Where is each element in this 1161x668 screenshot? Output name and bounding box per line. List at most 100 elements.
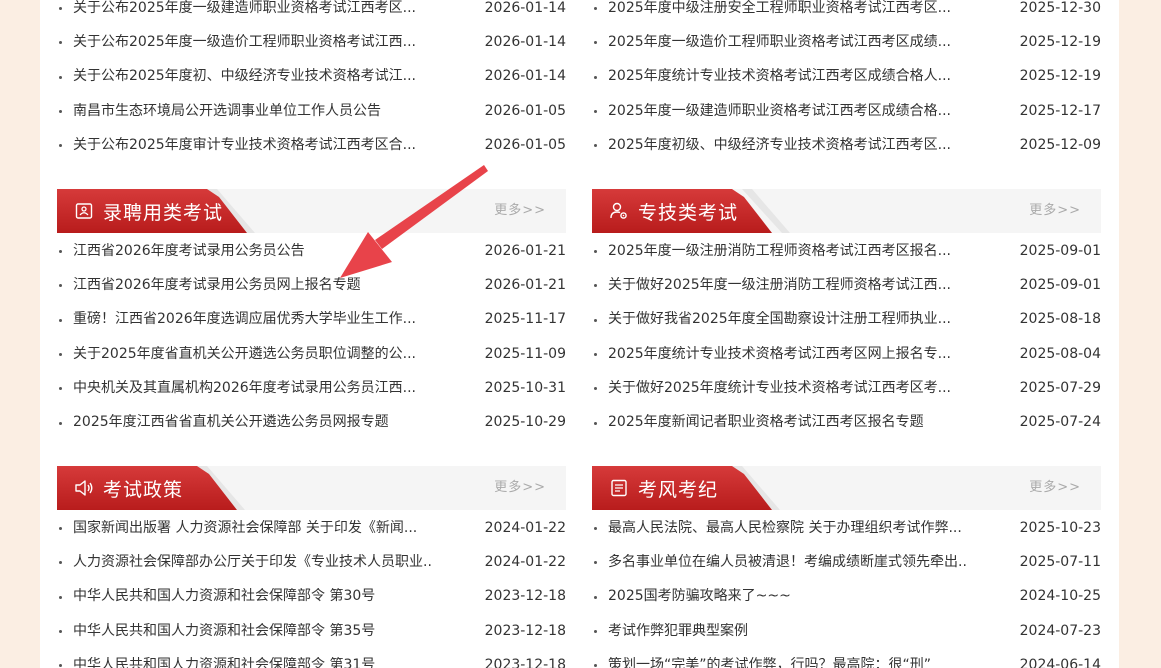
list-item[interactable]: 2025年度一级造价工程师职业资格考试江西考区成绩... 2025-12-19 xyxy=(592,25,1101,59)
list-item[interactable]: 2025年度一级注册消防工程师资格考试江西考区报名... 2025-09-01 xyxy=(592,234,1101,268)
bullet-icon xyxy=(594,664,597,668)
news-title-link[interactable]: 2025年度统计专业技术资格考试江西考区网上报名专... xyxy=(608,346,968,363)
news-title-link[interactable]: 多名事业单位在编人员被清退！考编成绩断崖式领先牵出... xyxy=(608,554,968,571)
news-title-link[interactable]: 考试作弊犯罪典型案例 xyxy=(608,623,968,640)
news-title-link[interactable]: 人力资源社会保障部办公厅关于印发《专业技术人员职业... xyxy=(73,554,433,571)
section-header: 专技类考试 更多>> xyxy=(592,189,1101,233)
section-tab[interactable]: 专技类考试 xyxy=(592,189,772,233)
list-item[interactable]: 南昌市生态环境局公开选调事业单位工作人员公告 2026-01-05 xyxy=(57,94,566,128)
news-date: 2026-01-14 xyxy=(484,33,566,50)
policy-section: 考试政策 更多>> 国家新闻出版署 人力资源社会保障部 关于印发《新闻... 20… xyxy=(57,466,566,668)
news-date: 2026-01-21 xyxy=(484,242,566,259)
professional-section: 专技类考试 更多>> 2025年度一级注册消防工程师资格考试江西考区报名... 2… xyxy=(592,189,1101,440)
news-date: 2025-09-01 xyxy=(1019,276,1101,293)
list-item[interactable]: 考试作弊犯罪典型案例 2024-07-23 xyxy=(592,614,1101,648)
bullet-icon xyxy=(594,41,597,45)
news-date: 2026-01-05 xyxy=(484,102,566,119)
news-title-link[interactable]: 中华人民共和国人力资源和社会保障部令 第35号 xyxy=(73,623,433,640)
news-list: 江西省2026年度考试录用公务员公告 2026-01-21 江西省2026年度考试录… xyxy=(57,234,566,440)
news-title-link[interactable]: 2025年度中级注册安全工程师职业资格考试江西考区... xyxy=(608,0,968,17)
list-item[interactable]: 关于做好2025年度一级注册消防工程师资格考试江西... 2025-09-01 xyxy=(592,268,1101,302)
news-title-link[interactable]: 2025国考防骗攻略来了~~~ xyxy=(608,588,968,605)
news-title-link[interactable]: 最高人民法院、最高人民检察院 关于办理组织考试作弊... xyxy=(608,520,968,537)
list-item[interactable]: 人力资源社会保障部办公厅关于印发《专业技术人员职业... 2024-01-22 xyxy=(57,545,566,579)
news-title-link[interactable]: 江西省2026年度考试录用公务员公告 xyxy=(73,243,433,260)
list-item[interactable]: 2025年度中级注册安全工程师职业资格考试江西考区... 2025-12-30 xyxy=(592,0,1101,25)
news-title-link[interactable]: 中央机关及其直属机构2026年度考试录用公务员江西... xyxy=(73,380,433,397)
list-item[interactable]: 关于公布2025年度初、中级经济专业技术资格考试江... 2026-01-14 xyxy=(57,60,566,94)
news-date: 2025-10-23 xyxy=(1019,519,1101,536)
user-gear-icon xyxy=(608,200,630,222)
list-item[interactable]: 2025国考防骗攻略来了~~~ 2024-10-25 xyxy=(592,580,1101,614)
list-item[interactable]: 中华人民共和国人力资源和社会保障部令 第30号 2023-12-18 xyxy=(57,580,566,614)
list-item[interactable]: 中华人民共和国人力资源和社会保障部令 第31号 2023-12-18 xyxy=(57,648,566,668)
list-item[interactable]: 最高人民法院、最高人民检察院 关于办理组织考试作弊... 2025-10-23 xyxy=(592,511,1101,545)
list-item[interactable]: 2025年度初级、中级经济专业技术资格考试江西考区... 2025-12-09 xyxy=(592,128,1101,162)
list-item[interactable]: 2025年度江西省省直机关公开遴选公务员网报专题 2025-10-29 xyxy=(57,405,566,439)
news-date: 2025-12-09 xyxy=(1019,136,1101,153)
news-title-link[interactable]: 2025年度初级、中级经济专业技术资格考试江西考区... xyxy=(608,137,968,154)
list-item[interactable]: 江西省2026年度考试录用公务员公告 2026-01-21 xyxy=(57,234,566,268)
bullet-icon xyxy=(59,7,62,11)
news-date: 2024-10-25 xyxy=(1019,588,1101,605)
news-title-link[interactable]: 2025年度一级建造师职业资格考试江西考区成绩合格... xyxy=(608,103,968,120)
section-header: 考风考纪 更多>> xyxy=(592,466,1101,510)
news-title-link[interactable]: 国家新闻出版署 人力资源社会保障部 关于印发《新闻... xyxy=(73,520,433,537)
bullet-icon xyxy=(594,7,597,11)
news-title-link[interactable]: 关于公布2025年度一级造价工程师职业资格考试江西... xyxy=(73,34,433,51)
list-item[interactable]: 关于公布2025年度一级造价工程师职业资格考试江西... 2026-01-14 xyxy=(57,25,566,59)
list-item[interactable]: 国家新闻出版署 人力资源社会保障部 关于印发《新闻... 2024-01-22 xyxy=(57,511,566,545)
more-link[interactable]: 更多>> xyxy=(494,189,546,233)
list-item[interactable]: 重磅！江西省2026年度选调应届优秀大学毕业生工作... 2025-11-17 xyxy=(57,303,566,337)
bullet-icon xyxy=(594,421,597,425)
news-title-link[interactable]: 关于做好2025年度一级注册消防工程师资格考试江西... xyxy=(608,277,968,294)
list-item[interactable]: 2025年度统计专业技术资格考试江西考区网上报名专... 2025-08-04 xyxy=(592,337,1101,371)
news-title-link[interactable]: 2025年度统计专业技术资格考试江西考区成绩合格人... xyxy=(608,68,968,85)
list-item[interactable]: 2025年度一级建造师职业资格考试江西考区成绩合格... 2025-12-17 xyxy=(592,94,1101,128)
news-title-link[interactable]: 2025年度一级注册消防工程师资格考试江西考区报名... xyxy=(608,243,968,260)
news-title-link[interactable]: 关于做好2025年度统计专业技术资格考试江西考区考... xyxy=(608,380,968,397)
more-link[interactable]: 更多>> xyxy=(1029,189,1081,233)
list-item[interactable]: 中华人民共和国人力资源和社会保障部令 第35号 2023-12-18 xyxy=(57,614,566,648)
news-title-link[interactable]: 2025年度新闻记者职业资格考试江西考区报名专题 xyxy=(608,414,968,431)
news-title-link[interactable]: 关于公布2025年度初、中级经济专业技术资格考试江... xyxy=(73,68,433,85)
list-item[interactable]: 2025年度统计专业技术资格考试江西考区成绩合格人... 2025-12-19 xyxy=(592,60,1101,94)
more-link[interactable]: 更多>> xyxy=(1029,466,1081,510)
bullet-icon xyxy=(594,250,597,254)
section-header: 录聘用类考试 更多>> xyxy=(57,189,566,233)
news-title-link[interactable]: 江西省2026年度考试录用公务员网上报名专题 xyxy=(73,277,433,294)
news-date: 2024-01-22 xyxy=(484,519,566,536)
top-left-news-column: 关于公布2025年度一级建造师职业资格考试江西考区... 2026-01-14 关于… xyxy=(57,0,566,162)
list-item[interactable]: 关于公布2025年度审计专业技术资格考试江西考区合... 2026-01-05 xyxy=(57,128,566,162)
bullet-icon xyxy=(594,527,597,531)
bullet-icon xyxy=(59,318,62,322)
news-title-link[interactable]: 2025年度江西省省直机关公开遴选公务员网报专题 xyxy=(73,414,433,431)
news-date: 2023-12-18 xyxy=(484,622,566,639)
list-item[interactable]: 2025年度新闻记者职业资格考试江西考区报名专题 2025-07-24 xyxy=(592,405,1101,439)
news-date: 2026-01-14 xyxy=(484,0,566,16)
news-title-link[interactable]: 中华人民共和国人力资源和社会保障部令 第30号 xyxy=(73,588,433,605)
news-date: 2025-09-01 xyxy=(1019,242,1101,259)
news-title-link[interactable]: 策划一场“完美”的考试作弊，行吗？最高院：很“刑” xyxy=(608,657,968,668)
news-title-link[interactable]: 南昌市生态环境局公开选调事业单位工作人员公告 xyxy=(73,103,433,120)
list-item[interactable]: 关于做好2025年度统计专业技术资格考试江西考区考... 2025-07-29 xyxy=(592,371,1101,405)
news-title-link[interactable]: 重磅！江西省2026年度选调应届优秀大学毕业生工作... xyxy=(73,311,433,328)
news-title-link[interactable]: 中华人民共和国人力资源和社会保障部令 第31号 xyxy=(73,657,433,668)
list-item[interactable]: 关于2025年度省直机关公开遴选公务员职位调整的公... 2025-11-09 xyxy=(57,337,566,371)
news-title-link[interactable]: 关于做好我省2025年度全国勘察设计注册工程师执业... xyxy=(608,311,968,328)
news-date: 2025-12-19 xyxy=(1019,68,1101,85)
bullet-icon xyxy=(59,630,62,634)
news-title-link[interactable]: 2025年度一级造价工程师职业资格考试江西考区成绩... xyxy=(608,34,968,51)
list-item[interactable]: 策划一场“完美”的考试作弊，行吗？最高院：很“刑” 2024-06-14 xyxy=(592,648,1101,668)
list-item[interactable]: 关于做好我省2025年度全国勘察设计注册工程师执业... 2025-08-18 xyxy=(592,303,1101,337)
more-link[interactable]: 更多>> xyxy=(494,466,546,510)
list-item[interactable]: 多名事业单位在编人员被清退！考编成绩断崖式领先牵出... 2025-07-11 xyxy=(592,545,1101,579)
list-item[interactable]: 关于公布2025年度一级建造师职业资格考试江西考区... 2026-01-14 xyxy=(57,0,566,25)
news-title-link[interactable]: 关于公布2025年度审计专业技术资格考试江西考区合... xyxy=(73,137,433,154)
section-title: 专技类考试 xyxy=(638,201,739,224)
news-title-link[interactable]: 关于2025年度省直机关公开遴选公务员职位调整的公... xyxy=(73,346,433,363)
list-item[interactable]: 江西省2026年度考试录用公务员网上报名专题 2026-01-21 xyxy=(57,268,566,302)
news-title-link[interactable]: 关于公布2025年度一级建造师职业资格考试江西考区... xyxy=(73,0,433,17)
list-item[interactable]: 中央机关及其直属机构2026年度考试录用公务员江西... 2025-10-31 xyxy=(57,371,566,405)
bullet-icon xyxy=(594,353,597,357)
